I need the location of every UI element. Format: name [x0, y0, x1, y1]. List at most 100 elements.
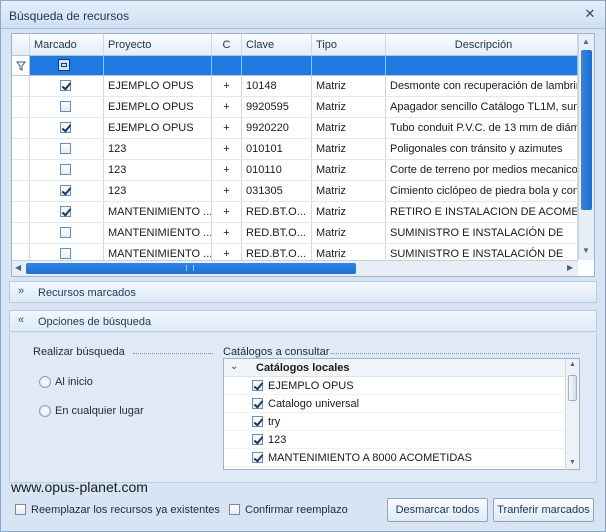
checkbox-icon[interactable]	[15, 504, 26, 515]
cell-c[interactable]: +	[212, 181, 242, 201]
catalogos-scrollbar[interactable]: ▲ ▼	[565, 359, 579, 469]
column-header-tipo[interactable]: Tipo	[312, 34, 386, 55]
table-row[interactable]: 123 +010101 Matriz Poligonales con tránsito…	[12, 139, 578, 160]
divider	[133, 353, 213, 354]
row-checkbox[interactable]	[60, 122, 71, 133]
radio-al-inicio-label: Al inicio	[55, 376, 93, 388]
table-row[interactable]: MANTENIMIENTO ... + RED.BT.O... Matriz RETIR…	[12, 202, 578, 223]
catalogo-item[interactable]: Catalogo universal	[224, 395, 565, 413]
row-indicator[interactable]	[12, 139, 30, 159]
row-checkbox[interactable]	[60, 206, 71, 217]
table-row[interactable]: EJEMPLO OPUS +9920220 Matriz Tubo conduit P…	[12, 118, 578, 139]
funnel-icon[interactable]	[12, 56, 30, 75]
row-checkbox[interactable]	[60, 143, 71, 154]
row-checkbox[interactable]	[60, 101, 71, 112]
scroll-down-icon[interactable]: ▼	[569, 459, 576, 466]
filter-checkbox-icon[interactable]	[58, 59, 70, 71]
row-checkbox[interactable]	[60, 185, 71, 196]
cell-marcado[interactable]	[30, 139, 104, 159]
cell-marcado[interactable]	[30, 160, 104, 180]
cell-c[interactable]: +	[212, 160, 242, 180]
table-row[interactable]: 123 +031305 Matriz Cimiento ciclópeo de pie…	[12, 181, 578, 202]
cell-descripcion: Apagador sencillo Catálogo TL1M, sumin	[386, 97, 578, 117]
table-row[interactable]: EJEMPLO OPUS +9920595 Matriz Apagador senci…	[12, 97, 578, 118]
filter-row[interactable]	[12, 56, 578, 76]
section-recursos-marcados-label: Recursos marcados	[38, 287, 136, 299]
cell-c[interactable]: +	[212, 202, 242, 222]
close-icon[interactable]: ✕	[583, 7, 597, 21]
cell-c[interactable]: +	[212, 223, 242, 243]
row-indicator[interactable]	[12, 76, 30, 96]
cell-proyecto: EJEMPLO OPUS	[104, 76, 212, 96]
catalogo-item[interactable]: EJEMPLO OPUS	[224, 377, 565, 395]
cell-c[interactable]: +	[212, 97, 242, 117]
catalogo-item[interactable]: try	[224, 413, 565, 431]
row-checkbox[interactable]	[60, 80, 71, 91]
filter-descripcion[interactable]	[386, 56, 578, 75]
radio-button-icon[interactable]	[39, 405, 51, 417]
catalogo-checkbox[interactable]	[252, 380, 263, 391]
catalogo-item[interactable]: 123	[224, 431, 565, 449]
row-indicator[interactable]	[12, 223, 30, 243]
chevron-down-icon[interactable]: ⌄	[230, 361, 238, 372]
catalogo-checkbox[interactable]	[252, 452, 263, 463]
window-title: Búsqueda de recursos	[9, 9, 130, 23]
table-row[interactable]: EJEMPLO OPUS +10148 Matriz Desmonte con rec…	[12, 76, 578, 97]
catalogos-group-header[interactable]: ⌄ Catálogos locales	[224, 359, 565, 377]
catalogo-checkbox[interactable]	[252, 416, 263, 427]
cell-marcado[interactable]	[30, 223, 104, 243]
column-header-c[interactable]: C	[212, 34, 242, 55]
column-header-clave[interactable]: Clave	[242, 34, 312, 55]
cell-marcado[interactable]	[30, 76, 104, 96]
filter-c[interactable]	[212, 56, 242, 75]
section-recursos-marcados[interactable]: » Recursos marcados	[9, 281, 597, 303]
desmarcar-todos-button[interactable]: Desmarcar todos	[387, 498, 488, 522]
catalogo-item[interactable]: MANTENIMIENTO A 8000 ACOMETIDAS	[224, 449, 565, 467]
row-checkbox[interactable]	[60, 164, 71, 175]
cell-c[interactable]: +	[212, 139, 242, 159]
table-row[interactable]: 123 +010110 Matriz Corte de terreno por med…	[12, 160, 578, 181]
row-indicator[interactable]	[12, 181, 30, 201]
row-indicator[interactable]	[12, 118, 30, 138]
grid-vertical-scrollbar[interactable]: ▲ ▼	[578, 34, 594, 260]
catalogos-scroll-thumb[interactable]	[568, 375, 577, 401]
cell-clave: 9920220	[242, 118, 312, 138]
cell-marcado[interactable]	[30, 118, 104, 138]
grid-horizontal-scrollbar[interactable]: ◀ ▶	[12, 260, 578, 276]
column-header-proyecto[interactable]: Proyecto	[104, 34, 212, 55]
table-row[interactable]: MANTENIMIENTO ... + RED.BT.O... Matriz SUMIN…	[12, 223, 578, 244]
filter-clave[interactable]	[242, 56, 312, 75]
radio-button-icon[interactable]	[39, 376, 51, 388]
scroll-left-icon[interactable]: ◀	[15, 263, 21, 272]
row-indicator[interactable]	[12, 97, 30, 117]
catalogo-checkbox[interactable]	[252, 434, 263, 445]
scroll-down-icon[interactable]: ▼	[582, 246, 590, 255]
grid-hscroll-thumb[interactable]	[26, 263, 356, 274]
column-header-marcado[interactable]: Marcado	[30, 34, 104, 55]
filter-tipo[interactable]	[312, 56, 386, 75]
cell-marcado[interactable]	[30, 202, 104, 222]
cell-marcado[interactable]	[30, 97, 104, 117]
checkbox-icon[interactable]	[229, 504, 240, 515]
row-checkbox[interactable]	[60, 227, 71, 238]
section-opciones-busqueda[interactable]: « Opciones de búsqueda	[9, 310, 597, 332]
row-indicator[interactable]	[12, 202, 30, 222]
chevron-double-down-icon[interactable]: »	[18, 285, 24, 297]
cell-tipo: Matriz	[312, 139, 386, 159]
filter-proyecto[interactable]	[104, 56, 212, 75]
cell-c[interactable]: +	[212, 118, 242, 138]
cell-proyecto: 123	[104, 139, 212, 159]
scroll-up-icon[interactable]: ▲	[569, 361, 576, 368]
scroll-up-icon[interactable]: ▲	[582, 37, 590, 46]
row-checkbox[interactable]	[60, 248, 71, 259]
row-indicator[interactable]	[12, 160, 30, 180]
cell-c[interactable]: +	[212, 76, 242, 96]
scroll-right-icon[interactable]: ▶	[567, 263, 573, 272]
column-header-descripcion[interactable]: Descripción	[386, 34, 578, 55]
grid-vscroll-thumb[interactable]	[581, 50, 592, 210]
cell-marcado[interactable]	[30, 181, 104, 201]
transferir-marcados-button[interactable]: Tranferir marcados	[493, 498, 594, 522]
catalogo-checkbox[interactable]	[252, 398, 263, 409]
chevron-double-up-icon[interactable]: «	[18, 314, 24, 326]
filter-marcado[interactable]	[30, 56, 104, 75]
